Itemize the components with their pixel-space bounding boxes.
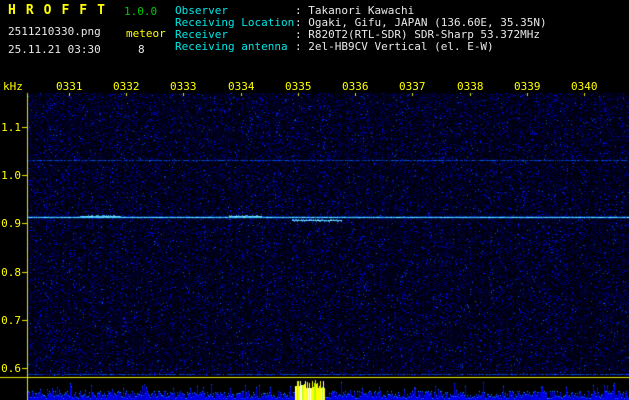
x-tick-label: 0337 xyxy=(399,80,426,93)
y-tick-label: 1.1 xyxy=(1,121,21,134)
y-tick-label: 0.9 xyxy=(1,217,21,230)
x-tick-label: 0336 xyxy=(342,80,369,93)
x-tick-label: 0332 xyxy=(113,80,140,93)
x-tick-label: 0333 xyxy=(170,80,197,93)
x-tick-label: 0335 xyxy=(285,80,312,93)
mode-label: meteor xyxy=(126,27,166,40)
info-row-antenna: Receiving antenna: 2el-HB9CV Vertical (e… xyxy=(175,40,494,53)
y-axis-unit-label: kHz xyxy=(3,80,23,93)
info-label: Receiving antenna xyxy=(175,40,288,53)
output-filename: 2511210330.png xyxy=(8,25,101,38)
y-tick-label: 0.8 xyxy=(1,266,21,279)
x-tick-label: 0339 xyxy=(514,80,541,93)
meteor-count-label: 8 xyxy=(138,43,145,56)
app-version: 1.0.0 xyxy=(124,5,158,18)
datetime-label: 25.11.21 03:30 xyxy=(8,43,101,56)
spectrogram-canvas xyxy=(0,78,629,400)
y-tick-label: 1.0 xyxy=(1,169,21,182)
y-tick-label: 0.7 xyxy=(1,314,21,327)
info-value: 2el-HB9CV Vertical (el. E-W) xyxy=(308,40,494,53)
app-title: HROFFT xyxy=(8,3,115,18)
x-tick-label: 0340 xyxy=(571,80,598,93)
station-info: Observer: Takanori Kawachi Receiving Loc… xyxy=(175,5,547,53)
x-tick-label: 0334 xyxy=(228,80,255,93)
x-tick-label: 0331 xyxy=(56,80,83,93)
y-tick-label: 0.6 xyxy=(1,362,21,375)
x-tick-label: 0338 xyxy=(457,80,484,93)
